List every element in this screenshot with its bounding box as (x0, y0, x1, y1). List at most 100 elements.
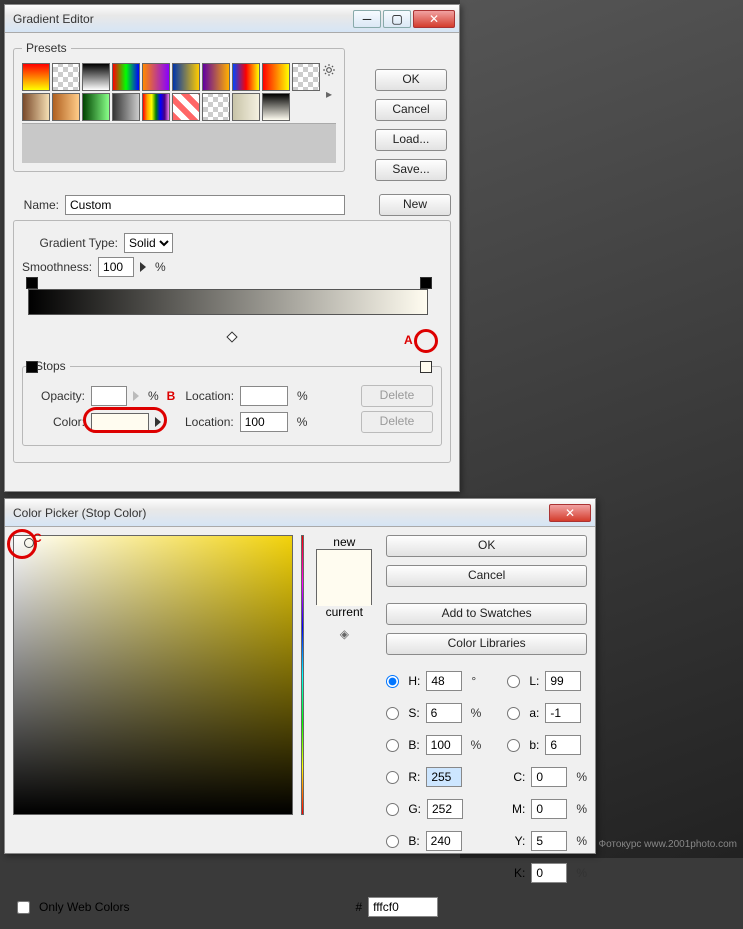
preset-swatch[interactable] (52, 93, 80, 121)
preset-swatch[interactable] (262, 93, 290, 121)
percent-unit: % (297, 389, 308, 403)
only-web-colors-checkbox[interactable] (17, 901, 30, 914)
percent-unit: % (297, 415, 308, 429)
rgb-g-radio[interactable] (386, 803, 399, 816)
gear-icon[interactable] (322, 63, 336, 77)
bhsb-label: B: (408, 738, 419, 752)
hsb-s-radio[interactable] (386, 707, 399, 720)
name-input[interactable] (65, 195, 345, 215)
gradient-editor-dialog: Gradient Editor ─ ▢ ✕ Presets (4, 4, 460, 492)
preset-swatch[interactable] (232, 93, 260, 121)
preset-swatch[interactable] (202, 93, 230, 121)
new-current-swatch (316, 549, 372, 605)
lab-l-radio[interactable] (507, 675, 520, 688)
s-input[interactable] (426, 703, 462, 723)
maximize-button[interactable]: ▢ (383, 10, 411, 28)
add-to-swatches-button[interactable]: Add to Swatches (386, 603, 587, 625)
g-input[interactable] (427, 799, 463, 819)
k-input[interactable] (531, 863, 567, 883)
rgb-b-radio[interactable] (386, 835, 399, 848)
l-input[interactable] (545, 671, 581, 691)
degree-unit: ° (471, 674, 476, 688)
preset-swatch[interactable] (202, 63, 230, 91)
b-input[interactable] (545, 735, 581, 755)
r-input[interactable] (426, 767, 462, 787)
lab-b-radio[interactable] (507, 739, 520, 752)
opacity-stop-right[interactable] (420, 277, 432, 289)
ok-button[interactable]: OK (375, 69, 447, 91)
close-button[interactable]: ✕ (549, 504, 591, 522)
midpoint-marker[interactable] (226, 331, 237, 342)
brgb-input[interactable] (426, 831, 462, 851)
presets-fieldset: Presets (13, 41, 345, 172)
m-input[interactable] (531, 799, 567, 819)
presets-legend: Presets (22, 41, 71, 55)
cancel-button[interactable]: Cancel (375, 99, 447, 121)
preset-swatch[interactable] (82, 93, 110, 121)
y-label: Y: (507, 834, 525, 848)
opacity-stop-left[interactable] (26, 277, 38, 289)
preset-swatch[interactable] (52, 63, 80, 91)
l-label: L: (529, 674, 539, 688)
current-color (317, 578, 371, 606)
only-web-colors-label: Only Web Colors (39, 900, 129, 914)
color-location-label: Location: (185, 415, 234, 429)
preset-swatch[interactable] (112, 63, 140, 91)
color-libraries-button[interactable]: Color Libraries (386, 633, 587, 655)
hsb-h-radio[interactable] (386, 675, 399, 688)
h-label: H: (408, 674, 420, 688)
bhsb-input[interactable] (426, 735, 462, 755)
smoothness-label: Smoothness: (22, 260, 92, 274)
preset-swatch[interactable] (262, 63, 290, 91)
preset-swatch[interactable] (172, 63, 200, 91)
color-location-input[interactable] (240, 412, 288, 432)
y-input[interactable] (531, 831, 567, 851)
color-field[interactable] (13, 535, 293, 815)
preset-swatch[interactable] (142, 93, 170, 121)
preset-swatch[interactable] (142, 63, 170, 91)
preset-swatch[interactable] (22, 63, 50, 91)
hex-input[interactable] (368, 897, 438, 917)
color-delete-button: Delete (361, 411, 433, 433)
chevron-right-icon[interactable]: ▸ (326, 87, 332, 101)
name-label: Name: (13, 198, 59, 212)
preset-swatch[interactable] (232, 63, 260, 91)
save-button[interactable]: Save... (375, 159, 447, 181)
new-button[interactable]: New (379, 194, 451, 216)
smoothness-input[interactable] (98, 257, 134, 277)
gradient-type-select[interactable]: Solid (124, 233, 173, 253)
stops-fieldset: Stops Opacity: % B Location: % Delete Co… (22, 359, 442, 446)
color-picker-titlebar[interactable]: Color Picker (Stop Color) ✕ (5, 499, 595, 527)
ok-button[interactable]: OK (386, 535, 587, 557)
cancel-button[interactable]: Cancel (386, 565, 587, 587)
opacity-flyout-icon (133, 391, 139, 401)
c-label: C: (507, 770, 525, 784)
h-input[interactable] (426, 671, 462, 691)
rgb-r-radio[interactable] (386, 771, 399, 784)
smoothness-flyout-icon[interactable] (140, 262, 146, 272)
color-stop-right[interactable] (420, 361, 432, 373)
gradient-type-label: Gradient Type: (22, 236, 118, 250)
preset-swatch[interactable] (292, 63, 320, 91)
percent-unit: % (148, 389, 159, 403)
color-stop-left[interactable] (26, 361, 38, 373)
hue-slider[interactable] (301, 535, 304, 815)
hsb-b-radio[interactable] (386, 739, 399, 752)
gradient-editor-titlebar[interactable]: Gradient Editor ─ ▢ ✕ (5, 5, 459, 33)
minimize-button[interactable]: ─ (353, 10, 381, 28)
annotation-B: B (167, 389, 176, 403)
load-button[interactable]: Load... (375, 129, 447, 151)
preset-swatch[interactable] (172, 93, 200, 121)
new-color (317, 550, 371, 578)
a-input[interactable] (545, 703, 581, 723)
preset-swatch[interactable] (112, 93, 140, 121)
r-label: R: (408, 770, 420, 784)
gradient-preview[interactable] (28, 289, 428, 315)
close-button[interactable]: ✕ (413, 10, 455, 28)
preset-swatch[interactable] (22, 93, 50, 121)
cube-icon[interactable]: ◈ (340, 627, 349, 641)
percent-unit: % (471, 706, 482, 720)
preset-swatch[interactable] (82, 63, 110, 91)
lab-a-radio[interactable] (507, 707, 520, 720)
c-input[interactable] (531, 767, 567, 787)
